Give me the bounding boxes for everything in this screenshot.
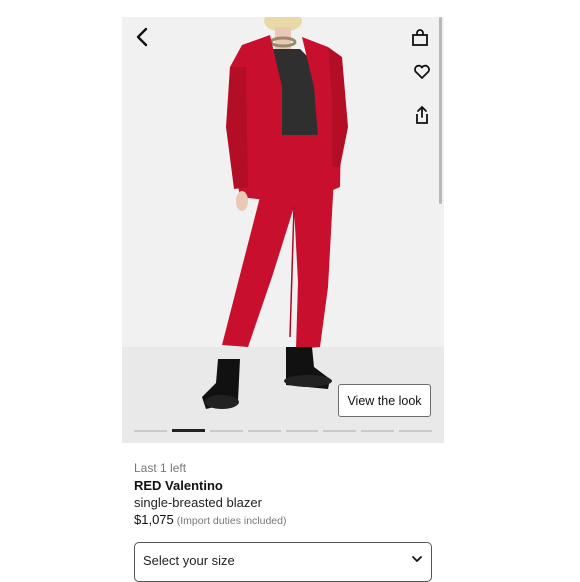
brand-name[interactable]: RED Valentino xyxy=(134,478,286,493)
gallery-dot[interactable] xyxy=(209,430,243,432)
gallery-dot[interactable] xyxy=(247,430,281,432)
price-row: $1,075 (Import duties included) xyxy=(134,512,286,527)
share-button[interactable] xyxy=(408,101,436,129)
shopping-bag-icon xyxy=(412,29,428,46)
gallery-dot[interactable] xyxy=(171,429,205,432)
chevron-down-icon xyxy=(412,556,422,562)
scrollbar[interactable] xyxy=(439,17,442,204)
bag-button[interactable] xyxy=(406,24,434,52)
stock-status: Last 1 left xyxy=(134,461,187,475)
size-select[interactable]: Select your size xyxy=(134,542,432,582)
wishlist-button[interactable] xyxy=(408,58,436,86)
duties-note: (Import duties included) xyxy=(176,515,287,527)
share-icon xyxy=(416,106,428,124)
price: $1,075 xyxy=(134,512,174,527)
product-name: single-breasted blazer xyxy=(134,495,262,510)
heart-icon xyxy=(414,64,430,79)
gallery-dot[interactable] xyxy=(285,430,319,432)
gallery-dot[interactable] xyxy=(361,430,395,432)
gallery-dot[interactable] xyxy=(323,430,357,432)
gallery-dot[interactable] xyxy=(134,430,167,432)
back-button[interactable] xyxy=(128,23,156,51)
size-select-label: Select your size xyxy=(143,553,235,568)
view-the-look-button[interactable]: View the look xyxy=(338,384,431,417)
gallery-pagination xyxy=(134,429,432,432)
product-image-gallery[interactable]: View the look xyxy=(122,17,444,443)
back-arrow-icon xyxy=(136,27,148,47)
gallery-dot[interactable] xyxy=(399,430,432,432)
product-photo xyxy=(202,17,348,409)
product-info: Last 1 left RED Valentino single-breaste… xyxy=(134,461,286,527)
